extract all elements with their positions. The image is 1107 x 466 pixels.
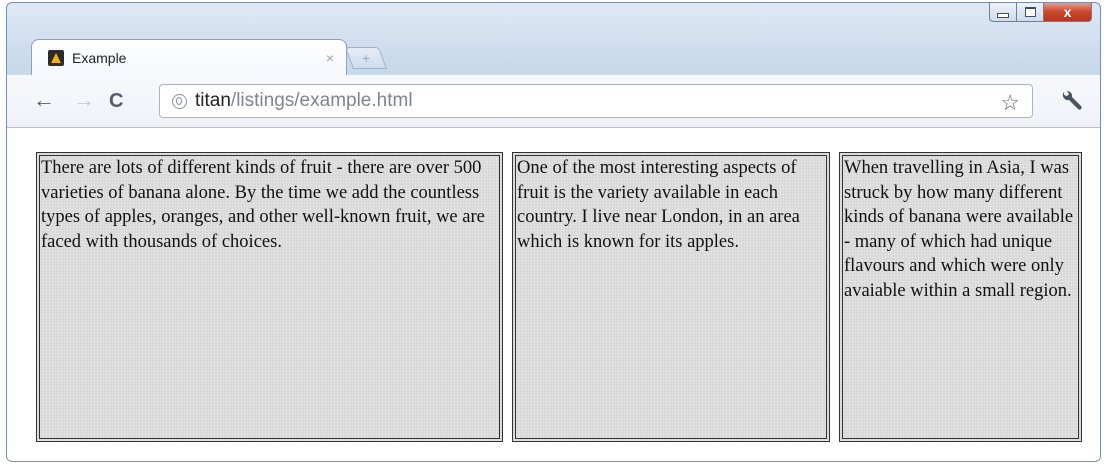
column-3-text: When travelling in Asia, I was struck by…: [844, 158, 1074, 301]
address-bar[interactable]: titan/listings/example.html ☆: [159, 84, 1033, 118]
column-2-text: One of the most interesting aspects of f…: [517, 158, 800, 252]
tab-example[interactable]: Example ×: [31, 39, 347, 75]
close-icon: x: [1063, 3, 1072, 20]
browser-window: x Example × + ← → C titan/listings/examp…: [6, 2, 1101, 462]
favicon-icon: [48, 49, 64, 66]
maximize-icon: [1024, 6, 1036, 17]
minimize-button[interactable]: [989, 3, 1017, 22]
wrench-icon[interactable]: [1058, 87, 1086, 115]
column-1: There are lots of different kinds of fru…: [36, 152, 503, 442]
tab-close-icon[interactable]: ×: [326, 50, 334, 66]
plus-icon: +: [361, 50, 371, 66]
browser-toolbar: ← → C titan/listings/example.html ☆: [7, 75, 1100, 128]
forward-button[interactable]: →: [73, 89, 95, 111]
globe-icon: [172, 93, 187, 109]
page-content: There are lots of different kinds of fru…: [7, 128, 1100, 461]
column-1-text: There are lots of different kinds of fru…: [41, 158, 485, 252]
column-3: When travelling in Asia, I was struck by…: [839, 152, 1082, 442]
url-text[interactable]: titan/listings/example.html: [195, 90, 413, 112]
bookmark-star-icon[interactable]: ☆: [1000, 90, 1020, 116]
window-controls: x: [989, 3, 1092, 22]
url-host: titan: [195, 90, 231, 111]
back-button[interactable]: ←: [33, 89, 55, 111]
tab-title: Example: [72, 49, 127, 66]
reload-button[interactable]: C: [109, 90, 123, 112]
maximize-button[interactable]: [1017, 3, 1044, 22]
close-window-button[interactable]: x: [1044, 3, 1092, 22]
minimize-icon: [997, 13, 1009, 18]
column-2: One of the most interesting aspects of f…: [512, 152, 830, 442]
new-tab-button[interactable]: +: [344, 47, 388, 69]
url-path: /listings/example.html: [230, 90, 413, 111]
